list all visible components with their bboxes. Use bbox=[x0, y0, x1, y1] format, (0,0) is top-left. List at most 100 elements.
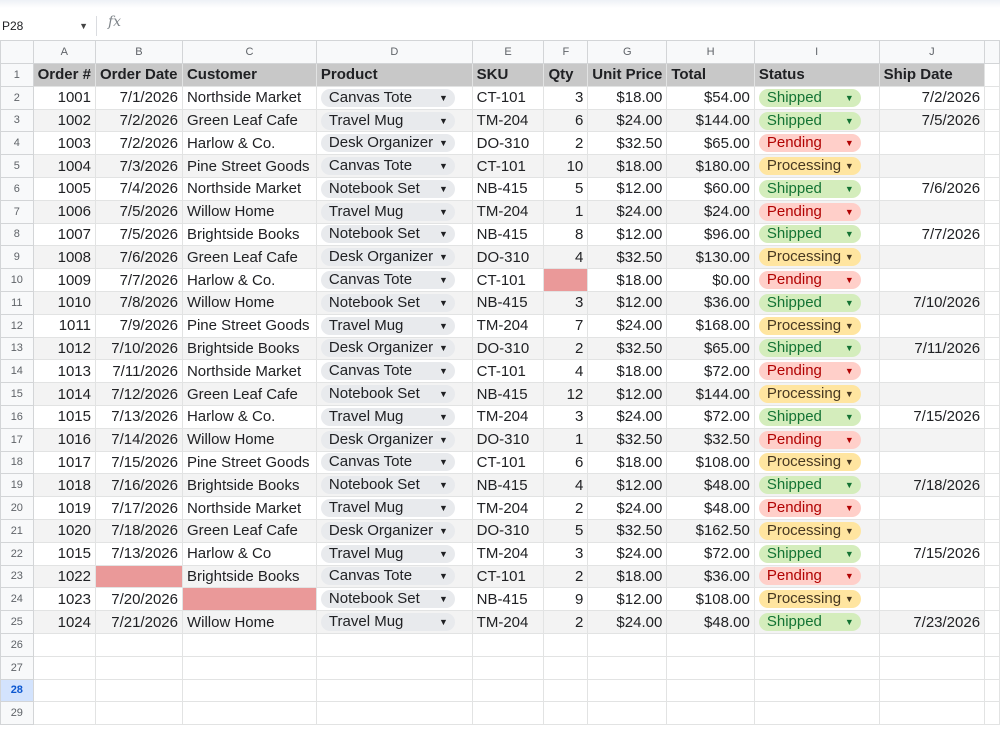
cell-a25[interactable]: 1024 bbox=[32, 610, 96, 634]
cell-f6[interactable]: 5 bbox=[543, 176, 589, 201]
cell-i20[interactable]: Pending ▼ bbox=[753, 496, 880, 520]
row-header-2[interactable]: 2 bbox=[0, 85, 34, 110]
cell-j16[interactable]: 7/15/2026 bbox=[878, 404, 986, 429]
product-dropdown-chip[interactable]: Notebook Set ▼ bbox=[320, 293, 455, 312]
cell-h27[interactable] bbox=[666, 655, 755, 680]
cell-g17[interactable]: $32.50 bbox=[587, 427, 668, 452]
cell-f10[interactable] bbox=[543, 268, 589, 292]
cell-e8[interactable]: NB-415 bbox=[471, 222, 545, 247]
cell-a17[interactable]: 1016 bbox=[32, 427, 96, 452]
product-dropdown-chip[interactable]: Canvas Tote ▼ bbox=[320, 567, 455, 586]
caret-down-icon[interactable]: ▼ bbox=[845, 613, 854, 631]
cell-g21[interactable]: $32.50 bbox=[587, 518, 668, 543]
cell-f22[interactable]: 3 bbox=[543, 541, 589, 566]
cell-d8[interactable]: Notebook Set ▼ bbox=[315, 222, 473, 247]
cell-i11[interactable]: Shipped ▼ bbox=[753, 290, 880, 315]
column-header-f[interactable]: F bbox=[543, 40, 589, 64]
cell-e27[interactable] bbox=[471, 655, 545, 680]
cell-e18[interactable]: CT-101 bbox=[471, 450, 545, 475]
cell-d20[interactable]: Travel Mug ▼ bbox=[315, 496, 473, 520]
caret-down-icon[interactable]: ▼ bbox=[439, 134, 448, 152]
cell-d28[interactable] bbox=[315, 678, 473, 703]
product-dropdown-chip[interactable]: Canvas Tote ▼ bbox=[320, 88, 455, 107]
column-header-h[interactable]: H bbox=[666, 40, 755, 64]
cell-g9[interactable]: $32.50 bbox=[587, 245, 668, 270]
caret-down-icon[interactable]: ▼ bbox=[439, 567, 448, 585]
cell-j2[interactable]: 7/2/2026 bbox=[878, 85, 986, 110]
cell-b23[interactable] bbox=[94, 564, 183, 589]
status-dropdown-chip[interactable]: Shipped ▼ bbox=[758, 476, 861, 495]
cell-j5[interactable] bbox=[878, 154, 986, 178]
cell-g8[interactable]: $12.00 bbox=[587, 222, 668, 247]
column-header-g[interactable]: G bbox=[587, 40, 668, 64]
cell-h14[interactable]: $72.00 bbox=[666, 359, 755, 384]
cell-e2[interactable]: CT-101 bbox=[471, 85, 545, 110]
column-header-d[interactable]: D bbox=[315, 40, 473, 64]
row-header-27[interactable]: 27 bbox=[0, 655, 34, 680]
cell-f2[interactable]: 3 bbox=[543, 85, 589, 110]
cell-a15[interactable]: 1014 bbox=[32, 382, 96, 406]
status-dropdown-chip[interactable]: Processing ▼ bbox=[758, 453, 861, 472]
caret-down-icon[interactable]: ▼ bbox=[439, 362, 448, 380]
column-header-i[interactable]: I bbox=[753, 40, 880, 64]
caret-down-icon[interactable]: ▼ bbox=[439, 545, 448, 563]
cell-b3[interactable]: 7/2/2026 bbox=[94, 108, 183, 133]
cell-j10[interactable] bbox=[878, 268, 986, 292]
caret-down-icon[interactable]: ▼ bbox=[845, 294, 854, 312]
product-dropdown-chip[interactable]: Canvas Tote ▼ bbox=[320, 453, 455, 472]
product-dropdown-chip[interactable]: Travel Mug ▼ bbox=[320, 202, 455, 221]
caret-down-icon[interactable]: ▼ bbox=[439, 613, 448, 631]
cell-g20[interactable]: $24.00 bbox=[587, 496, 668, 520]
column-header-j[interactable]: J bbox=[878, 40, 986, 64]
product-dropdown-chip[interactable]: Travel Mug ▼ bbox=[320, 499, 455, 518]
cell-b20[interactable]: 7/17/2026 bbox=[94, 496, 183, 520]
cell-g23[interactable]: $18.00 bbox=[587, 564, 668, 589]
cell-f7[interactable]: 1 bbox=[543, 199, 589, 224]
cell-j17[interactable] bbox=[878, 427, 986, 452]
product-dropdown-chip[interactable]: Travel Mug ▼ bbox=[320, 613, 455, 632]
cell-a6[interactable]: 1005 bbox=[32, 176, 96, 201]
cell-e11[interactable]: NB-415 bbox=[471, 290, 545, 315]
row-header-29[interactable]: 29 bbox=[0, 701, 34, 726]
cell-b17[interactable]: 7/14/2026 bbox=[94, 427, 183, 452]
cell-d21[interactable]: Desk Organizer ▼ bbox=[315, 518, 473, 543]
cell-f24[interactable]: 9 bbox=[543, 587, 589, 612]
caret-down-icon[interactable]: ▼ bbox=[845, 476, 854, 494]
caret-down-icon[interactable]: ▼ bbox=[439, 476, 448, 494]
product-dropdown-chip[interactable]: Travel Mug ▼ bbox=[320, 111, 455, 130]
cell-h26[interactable] bbox=[666, 632, 755, 657]
cell-d2[interactable]: Canvas Tote ▼ bbox=[315, 85, 473, 110]
cell-j13[interactable]: 7/11/2026 bbox=[878, 336, 986, 361]
cell-b22[interactable]: 7/13/2026 bbox=[94, 541, 183, 566]
cell-g15[interactable]: $12.00 bbox=[587, 382, 668, 406]
caret-down-icon[interactable]: ▼ bbox=[439, 339, 448, 357]
cell-j19[interactable]: 7/18/2026 bbox=[878, 473, 986, 498]
cell-g27[interactable] bbox=[587, 655, 668, 680]
status-dropdown-chip[interactable]: Processing ▼ bbox=[758, 157, 861, 176]
row-header-12[interactable]: 12 bbox=[0, 313, 34, 338]
cell-e7[interactable]: TM-204 bbox=[471, 199, 545, 224]
cell-h9[interactable]: $130.00 bbox=[666, 245, 755, 270]
cell-j8[interactable]: 7/7/2026 bbox=[878, 222, 986, 247]
cell-e24[interactable]: NB-415 bbox=[471, 587, 545, 612]
cell-h16[interactable]: $72.00 bbox=[666, 404, 755, 429]
cell-a28[interactable] bbox=[32, 678, 96, 703]
column-header-e[interactable]: E bbox=[471, 40, 545, 64]
cell-b7[interactable]: 7/5/2026 bbox=[94, 199, 183, 224]
cell-d17[interactable]: Desk Organizer ▼ bbox=[315, 427, 473, 452]
cell-f28[interactable] bbox=[543, 678, 589, 703]
cell-h2[interactable]: $54.00 bbox=[666, 85, 755, 110]
cell-g3[interactable]: $24.00 bbox=[587, 108, 668, 133]
cell-i26[interactable] bbox=[753, 632, 880, 657]
cell-e21[interactable]: DO-310 bbox=[471, 518, 545, 543]
product-dropdown-chip[interactable]: Canvas Tote ▼ bbox=[320, 157, 455, 176]
caret-down-icon[interactable]: ▼ bbox=[439, 89, 448, 107]
cell-c10[interactable]: Harlow & Co. bbox=[181, 268, 317, 292]
cell-e17[interactable]: DO-310 bbox=[471, 427, 545, 452]
cell-b26[interactable] bbox=[94, 632, 183, 657]
row-header-7[interactable]: 7 bbox=[0, 199, 34, 224]
status-dropdown-chip[interactable]: Shipped ▼ bbox=[758, 293, 861, 312]
cell-e3[interactable]: TM-204 bbox=[471, 108, 545, 133]
caret-down-icon[interactable]: ▼ bbox=[845, 225, 854, 243]
cell-e20[interactable]: TM-204 bbox=[471, 496, 545, 520]
